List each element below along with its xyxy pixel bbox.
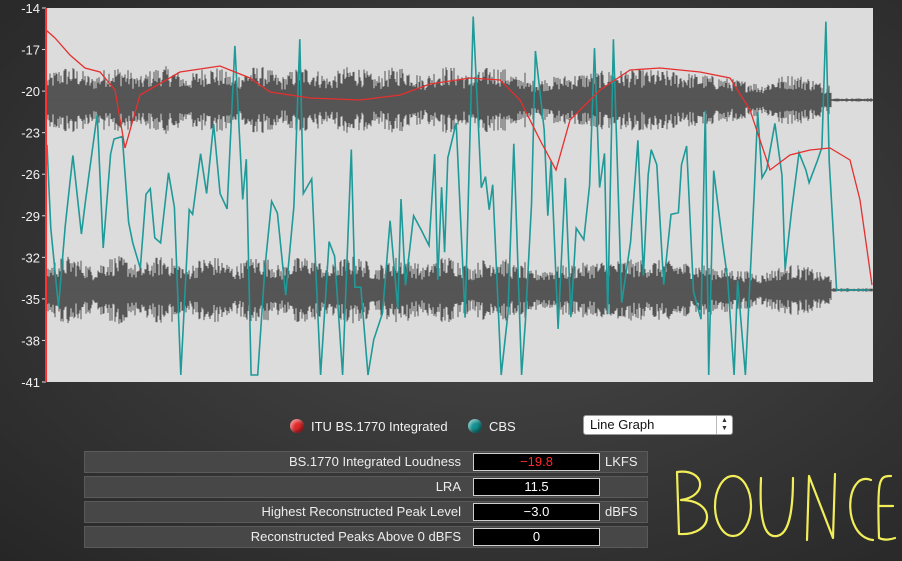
metric-unit: LKFS — [605, 454, 638, 469]
y-tick-label: -35 — [21, 292, 40, 307]
metric-row-lra: LRA 11.5 — [84, 476, 648, 498]
metric-label: LRA — [435, 479, 461, 494]
red-dot-icon — [290, 419, 304, 433]
updown-arrows-icon[interactable]: ▲ ▼ — [716, 416, 732, 434]
metric-label: Highest Reconstructed Peak Level — [261, 504, 461, 519]
y-tick-label: -32 — [21, 250, 40, 265]
metric-value: 0 — [473, 528, 600, 546]
legend-cbs-label: CBS — [489, 418, 516, 434]
y-tick-label: -20 — [21, 84, 40, 99]
y-tick-label: -29 — [21, 209, 40, 224]
y-tick-label: -23 — [21, 126, 40, 141]
y-tick-label: -17 — [21, 43, 40, 58]
y-tick-label: -41 — [21, 375, 40, 390]
metric-label: Reconstructed Peaks Above 0 dBFS — [250, 529, 461, 544]
metric-unit: dBFS — [605, 504, 638, 519]
metric-row-peaks-above-zero: Reconstructed Peaks Above 0 dBFS 0 — [84, 526, 648, 548]
metric-row-peak-level: Highest Reconstructed Peak Level −3.0 dB… — [84, 501, 648, 523]
graph-type-selected: Line Graph — [590, 417, 655, 432]
metric-label: BS.1770 Integrated Loudness — [288, 454, 461, 469]
graph-type-select[interactable]: Line Graph ▲ ▼ — [583, 415, 733, 435]
loudness-graph: -14 -17 -20 -23 -26 -29 -32 -35 -38 -41 — [0, 0, 902, 395]
metric-row-integrated-loudness: BS.1770 Integrated Loudness −19.8 LKFS — [84, 451, 648, 473]
legend-cbs: CBS — [468, 417, 516, 435]
metric-value: −3.0 — [473, 503, 600, 521]
legend-itu: ITU BS.1770 Integrated — [290, 417, 448, 435]
teal-dot-icon — [468, 419, 482, 433]
metric-value: 11.5 — [473, 478, 600, 496]
legend-itu-label: ITU BS.1770 Integrated — [311, 418, 448, 434]
y-tick-label: -38 — [21, 333, 40, 348]
graph-canvas: -14 -17 -20 -23 -26 -29 -32 -35 -38 -41 — [21, 1, 873, 390]
y-tick-label: -26 — [21, 167, 40, 182]
metric-value: −19.8 — [473, 453, 600, 471]
y-tick-label: -14 — [21, 1, 40, 16]
bounce-handwritten-annotation — [675, 470, 897, 542]
